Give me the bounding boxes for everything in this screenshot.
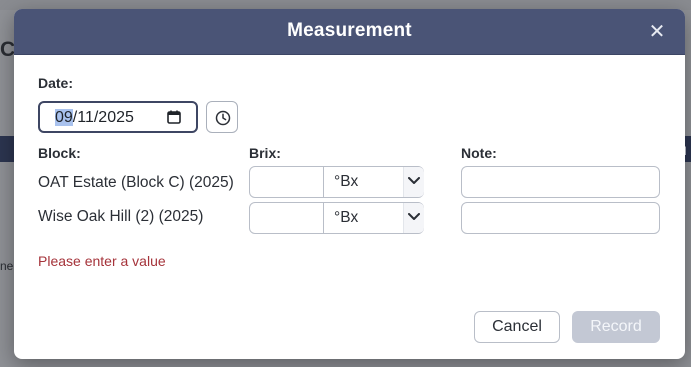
clock-icon [215, 110, 231, 126]
record-button[interactable]: Record [572, 311, 660, 343]
brix-input[interactable] [250, 167, 324, 197]
brix-unit-select[interactable]: °Bx [324, 167, 403, 197]
note-input[interactable] [461, 166, 660, 198]
chevron-down-icon [408, 177, 420, 184]
block-name: OAT Estate (Block C) (2025) [38, 174, 234, 191]
measurement-modal: Measurement ✕ Date: 09/11/2025 Block: Br… [14, 9, 685, 359]
brix-field-group: °Bx [249, 202, 424, 234]
date-value: 09/11/2025 [55, 109, 134, 127]
time-picker-button[interactable] [206, 101, 238, 133]
background-heading-fragment: C [0, 38, 16, 61]
cancel-button[interactable]: Cancel [474, 311, 560, 343]
brix-column-header: Brix: [249, 145, 281, 161]
chevron-down-icon [408, 213, 420, 220]
background-side-text: ne [0, 259, 14, 273]
calendar-icon[interactable] [166, 109, 182, 125]
date-label: Date: [38, 75, 74, 91]
date-month-segment: 09 [55, 109, 73, 126]
date-rest-segment: /11/2025 [72, 109, 134, 126]
brix-input[interactable] [250, 203, 324, 233]
note-column-header: Note: [461, 145, 497, 161]
close-icon[interactable]: ✕ [646, 21, 668, 43]
brix-unit-select[interactable]: °Bx [324, 203, 403, 233]
brix-field-group: °Bx [249, 166, 424, 198]
modal-header: Measurement ✕ [14, 9, 685, 55]
block-name: Wise Oak Hill (2) (2025) [38, 208, 204, 225]
date-input[interactable]: 09/11/2025 [38, 101, 198, 133]
block-column-header: Block: [38, 145, 81, 161]
validation-error: Please enter a value [38, 253, 166, 269]
modal-title: Measurement [287, 20, 412, 41]
brix-unit-dropdown[interactable] [403, 167, 424, 197]
brix-unit-dropdown[interactable] [403, 203, 424, 233]
note-input[interactable] [461, 202, 660, 234]
